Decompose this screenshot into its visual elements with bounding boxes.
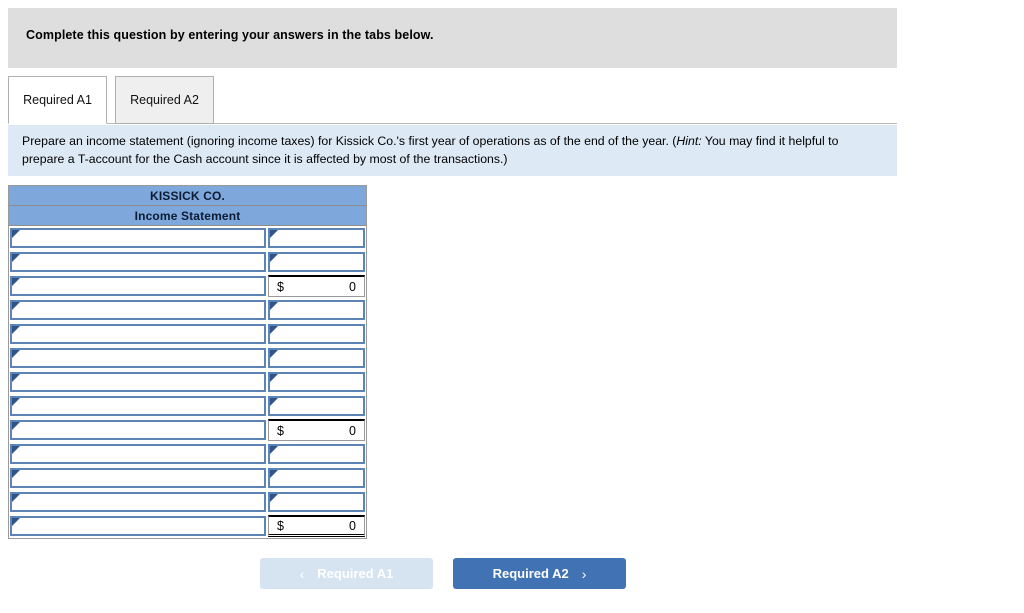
worksheet-amount-cell — [267, 394, 366, 418]
worksheet-amount-cell — [267, 322, 366, 346]
amount-input-12[interactable] — [268, 492, 365, 512]
worksheet-amount-cell — [267, 370, 366, 394]
instruction-text: Prepare an income statement (ignoring in… — [22, 133, 883, 168]
worksheet-row — [9, 442, 366, 466]
worksheet-row: $ 0 — [9, 514, 366, 538]
worksheet-amount-cell: $ 0 — [267, 514, 366, 538]
amount-input-2[interactable] — [268, 252, 365, 272]
chevron-right-icon: › — [581, 565, 587, 582]
subtotal-amount: 0 — [349, 423, 356, 438]
subtotal-cell-2: $ 0 — [268, 419, 365, 441]
worksheet-row — [9, 346, 366, 370]
worksheet-label-cell — [9, 466, 267, 490]
currency-symbol: $ — [277, 423, 284, 438]
currency-symbol: $ — [277, 279, 284, 294]
subtotal-cell-1: $ 0 — [268, 275, 365, 297]
next-button-label: Required A2 — [492, 566, 569, 581]
currency-symbol: $ — [277, 518, 284, 533]
account-name-input-3[interactable] — [10, 276, 266, 296]
worksheet-row — [9, 298, 366, 322]
amount-input-10[interactable] — [268, 444, 365, 464]
account-name-input-5[interactable] — [10, 324, 266, 344]
amount-input-4[interactable] — [268, 300, 365, 320]
account-name-input-10[interactable] — [10, 444, 266, 464]
previous-button-label: Required A1 — [317, 566, 394, 581]
worksheet-label-cell — [9, 226, 267, 250]
worksheet-amount-cell — [267, 466, 366, 490]
tab-required-a1-label: Required A1 — [23, 93, 92, 107]
account-name-input-7[interactable] — [10, 372, 266, 392]
worksheet-amount-cell — [267, 298, 366, 322]
worksheet-label-cell — [9, 514, 267, 538]
worksheet-row — [9, 490, 366, 514]
worksheet-label-cell — [9, 322, 267, 346]
amount-input-8[interactable] — [268, 396, 365, 416]
chevron-left-icon: ‹ — [299, 565, 305, 582]
account-name-input-4[interactable] — [10, 300, 266, 320]
question-banner-text: Complete this question by entering your … — [26, 28, 434, 42]
worksheet-row — [9, 250, 366, 274]
worksheet-amount-cell: $ 0 — [267, 274, 366, 298]
worksheet-row: $ 0 — [9, 274, 366, 298]
worksheet-row — [9, 322, 366, 346]
account-name-input-8[interactable] — [10, 396, 266, 416]
worksheet-row — [9, 226, 366, 250]
account-name-input-1[interactable] — [10, 228, 266, 248]
worksheet-row: $ 0 — [9, 418, 366, 442]
worksheet-company-title: KISSICK CO. — [9, 186, 366, 206]
grand-total-cell: $ 0 — [268, 515, 365, 537]
account-name-input-9[interactable] — [10, 420, 266, 440]
amount-input-5[interactable] — [268, 324, 365, 344]
account-name-input-12[interactable] — [10, 492, 266, 512]
instruction-hint-label: Hint: — [676, 134, 702, 148]
amount-input-11[interactable] — [268, 468, 365, 488]
account-name-input-13[interactable] — [10, 516, 266, 536]
income-statement-worksheet: KISSICK CO. Income Statement $ 0 $ 0 $ 0 — [8, 185, 367, 539]
worksheet-statement-title: Income Statement — [9, 206, 366, 226]
worksheet-amount-cell — [267, 250, 366, 274]
worksheet-amount-cell — [267, 226, 366, 250]
account-name-input-2[interactable] — [10, 252, 266, 272]
worksheet-label-cell — [9, 394, 267, 418]
tab-required-a1[interactable]: Required A1 — [8, 76, 107, 124]
worksheet-label-cell — [9, 250, 267, 274]
instruction-text-part1: Prepare an income statement (ignoring in… — [22, 134, 677, 148]
worksheet-label-cell — [9, 346, 267, 370]
worksheet-label-cell — [9, 490, 267, 514]
worksheet-amount-cell — [267, 442, 366, 466]
worksheet-label-cell — [9, 298, 267, 322]
worksheet-label-cell — [9, 370, 267, 394]
tab-required-a2[interactable]: Required A2 — [115, 76, 214, 124]
grand-total-amount: 0 — [349, 518, 356, 533]
worksheet-row — [9, 370, 366, 394]
worksheet-amount-cell — [267, 346, 366, 370]
worksheet-row — [9, 466, 366, 490]
worksheet-amount-cell — [267, 490, 366, 514]
instruction-panel: Prepare an income statement (ignoring in… — [8, 125, 897, 176]
next-required-a2-button[interactable]: Required A2 › — [453, 558, 626, 589]
account-name-input-6[interactable] — [10, 348, 266, 368]
worksheet-label-cell — [9, 274, 267, 298]
tab-required-a2-label: Required A2 — [130, 93, 199, 107]
worksheet-label-cell — [9, 442, 267, 466]
worksheet-amount-cell: $ 0 — [267, 418, 366, 442]
amount-input-1[interactable] — [268, 228, 365, 248]
previous-required-a1-button[interactable]: ‹ Required A1 — [260, 558, 433, 589]
question-banner: Complete this question by entering your … — [8, 8, 897, 68]
worksheet-label-cell — [9, 418, 267, 442]
subtotal-amount: 0 — [349, 279, 356, 294]
amount-input-6[interactable] — [268, 348, 365, 368]
worksheet-row — [9, 394, 366, 418]
tab-strip: Required A1 Required A2 — [8, 76, 897, 124]
amount-input-7[interactable] — [268, 372, 365, 392]
account-name-input-11[interactable] — [10, 468, 266, 488]
